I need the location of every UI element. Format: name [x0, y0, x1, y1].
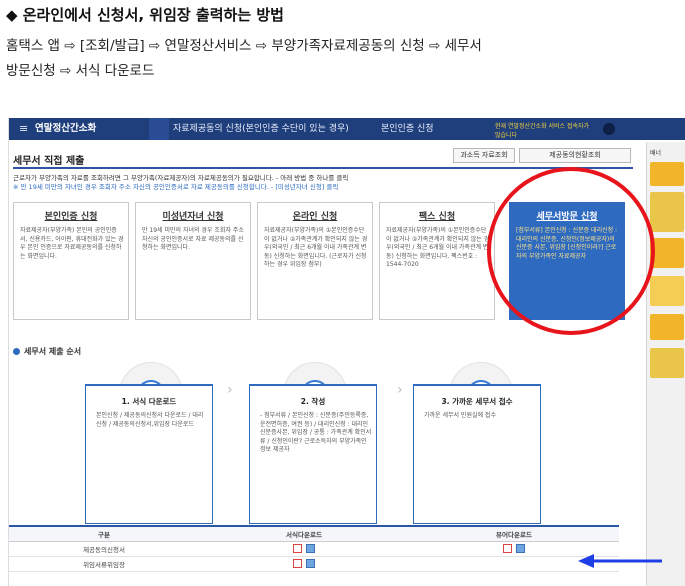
result-lookup-button[interactable]: 과소득 자료조회	[453, 148, 515, 163]
form-download-cell	[199, 541, 409, 557]
title-divider	[13, 167, 633, 169]
doc-path-line1: 홈택스 앱 ⇨ [조회/발급] ⇨ 연말정산서비스 ⇨ 부양가족자료제공동의 신…	[6, 38, 482, 54]
doc-path-line2: 방문신청 ⇨ 서식 다운로드	[6, 63, 155, 79]
page-title: 세무서 직접 제출	[13, 156, 85, 167]
step-3-box: 3. 가까운 세무서 접수 가까운 세무서 민원실에 접수	[413, 384, 541, 524]
column-header: 구분	[9, 525, 199, 542]
sidebar-banner-6[interactable]	[650, 348, 684, 378]
right-sidebar: 배너	[646, 142, 685, 586]
step-body: - 첨부서류 / 본인신청 : 신분증(주민등록증, 운전면허증, 여권 등) …	[260, 412, 372, 453]
row-label: 제공동의신청서	[9, 541, 199, 557]
card-identity-verification[interactable]: 본인인증 신청 자료제공자(부양가족) 본인의 공인인증서, 신용카드, 아이핀…	[13, 202, 129, 320]
card-title: 본인인증 신청	[44, 212, 98, 222]
step-title: 3. 가까운 세무서 접수	[441, 397, 513, 406]
step-title: 1. 서식 다운로드	[121, 397, 177, 406]
pdf-icon[interactable]	[293, 544, 302, 553]
nav-separator	[149, 118, 169, 140]
card-body: 자료제공자(부양가족)의 ①본인인증수단이 없거나 ②가족관계가 확인되지 않는…	[264, 227, 368, 268]
table-row: 제공동의신청서	[9, 541, 619, 557]
red-highlight-circle	[487, 167, 655, 335]
sidebar-banner-5[interactable]	[650, 314, 684, 340]
step-2-box: 2. 작성 - 첨부서류 / 본인신청 : 신분증(주민등록증, 운전면허증, …	[249, 384, 377, 524]
sidebar-banner-1[interactable]	[650, 162, 684, 186]
section-title-text: 세무서 제출 순서	[24, 347, 82, 356]
table-row: 위임서류위임장	[9, 556, 619, 572]
pdf-viewer-icon[interactable]	[503, 544, 512, 553]
hwp-icon[interactable]	[306, 544, 315, 553]
download-table: 구분 서식다운로드 뷰어다운로드 제공동의신청서 위임서류위임장	[9, 525, 619, 572]
consent-status-button[interactable]: 제공동의현황조회	[519, 148, 631, 163]
bullet-icon	[13, 348, 20, 355]
step-1-box: 1. 서식 다운로드 본인신청 / 제공동의신청서 다운로드 / 대리신청 / …	[85, 384, 213, 524]
menu-icon[interactable]: ≡	[19, 118, 28, 140]
hwp-icon[interactable]	[306, 559, 315, 568]
sidebar-banner-4[interactable]	[650, 276, 684, 306]
card-body: 자료제공자(부양가족)의 ①본인인증수단이 없거나 ②가족관계가 확인되지 않는…	[386, 227, 490, 268]
column-header: 뷰어다운로드	[409, 525, 619, 542]
card-online-apply[interactable]: 온라인 신청 자료제공자(부양가족)의 ①본인인증수단이 없거나 ②가족관계가 …	[257, 202, 373, 320]
nav-sub-menu[interactable]: 자료제공동의 신청(본인인증 수단이 있는 경우)	[173, 118, 349, 140]
table-header-row: 구분 서식다운로드 뷰어다운로드	[9, 525, 619, 542]
card-minor-child[interactable]: 미성년자녀 신청 만 19세 미만의 자녀의 경우 조회자 주소 자신의 공인인…	[135, 202, 251, 320]
sidebar-tab[interactable]: 배너	[650, 148, 684, 157]
card-title: 팩스 신청	[418, 212, 456, 222]
chevron-right-icon: ›	[227, 382, 233, 398]
card-body: 자료제공자(부양가족) 본인의 공인인증서, 신용카드, 아이핀, 휴대전화가 …	[20, 227, 124, 260]
sidebar-banner-3[interactable]	[650, 238, 684, 268]
blue-arrow-pointer-icon	[578, 554, 662, 568]
nav-sub-menu-2[interactable]: 본인인증 신청	[381, 118, 434, 140]
column-header: 서식다운로드	[199, 525, 409, 542]
sidebar-banner-2[interactable]	[650, 192, 684, 232]
doc-path: 홈택스 앱 ⇨ [조회/발급] ⇨ 연말정산서비스 ⇨ 부양가족자료제공동의 신…	[6, 34, 682, 84]
card-title: 미성년자녀 신청	[162, 212, 224, 222]
section-heading: 세무서 제출 순서	[13, 346, 81, 357]
card-title: 온라인 신청	[292, 212, 338, 222]
row-label: 위임서류위임장	[9, 556, 199, 572]
nav-circle-icon[interactable]	[603, 123, 615, 135]
form-download-cell	[199, 556, 409, 572]
card-body: 만 19세 미만의 자녀의 경우 조회자 주소 자신의 공인인증서로 자료 제공…	[142, 227, 244, 251]
pdf-icon[interactable]	[293, 559, 302, 568]
step-body: 본인신청 / 제공동의신청서 다운로드 / 대리신청 / 제공동의신청서,위임장…	[96, 412, 204, 428]
chevron-right-icon: ›	[397, 382, 403, 398]
nav-menu-title[interactable]: 연말정산간소화	[35, 118, 96, 140]
hwp-viewer-icon[interactable]	[516, 544, 525, 553]
top-nav-bar: ≡ 연말정산간소화 자료제공동의 신청(본인인증 수단이 있는 경우) 본인인증…	[9, 118, 685, 140]
step-title: 2. 작성	[300, 397, 326, 406]
nav-notice-text: 현재 연말정산간소화 서비스 접속자가 많습니다	[495, 123, 590, 139]
hometax-screenshot: ≡ 연말정산간소화 자료제공동의 신청(본인인증 수단이 있는 경우) 본인인증…	[8, 118, 685, 586]
doc-title: ◆ 온라인에서 신청서, 위임장 출력하는 방법	[6, 6, 284, 24]
card-fax-apply[interactable]: 팩스 신청 자료제공자(부양가족)의 ①본인인증수단이 없거나 ②가족관계가 확…	[379, 202, 495, 320]
step-body: 가까운 세무서 민원실에 접수	[424, 412, 496, 419]
